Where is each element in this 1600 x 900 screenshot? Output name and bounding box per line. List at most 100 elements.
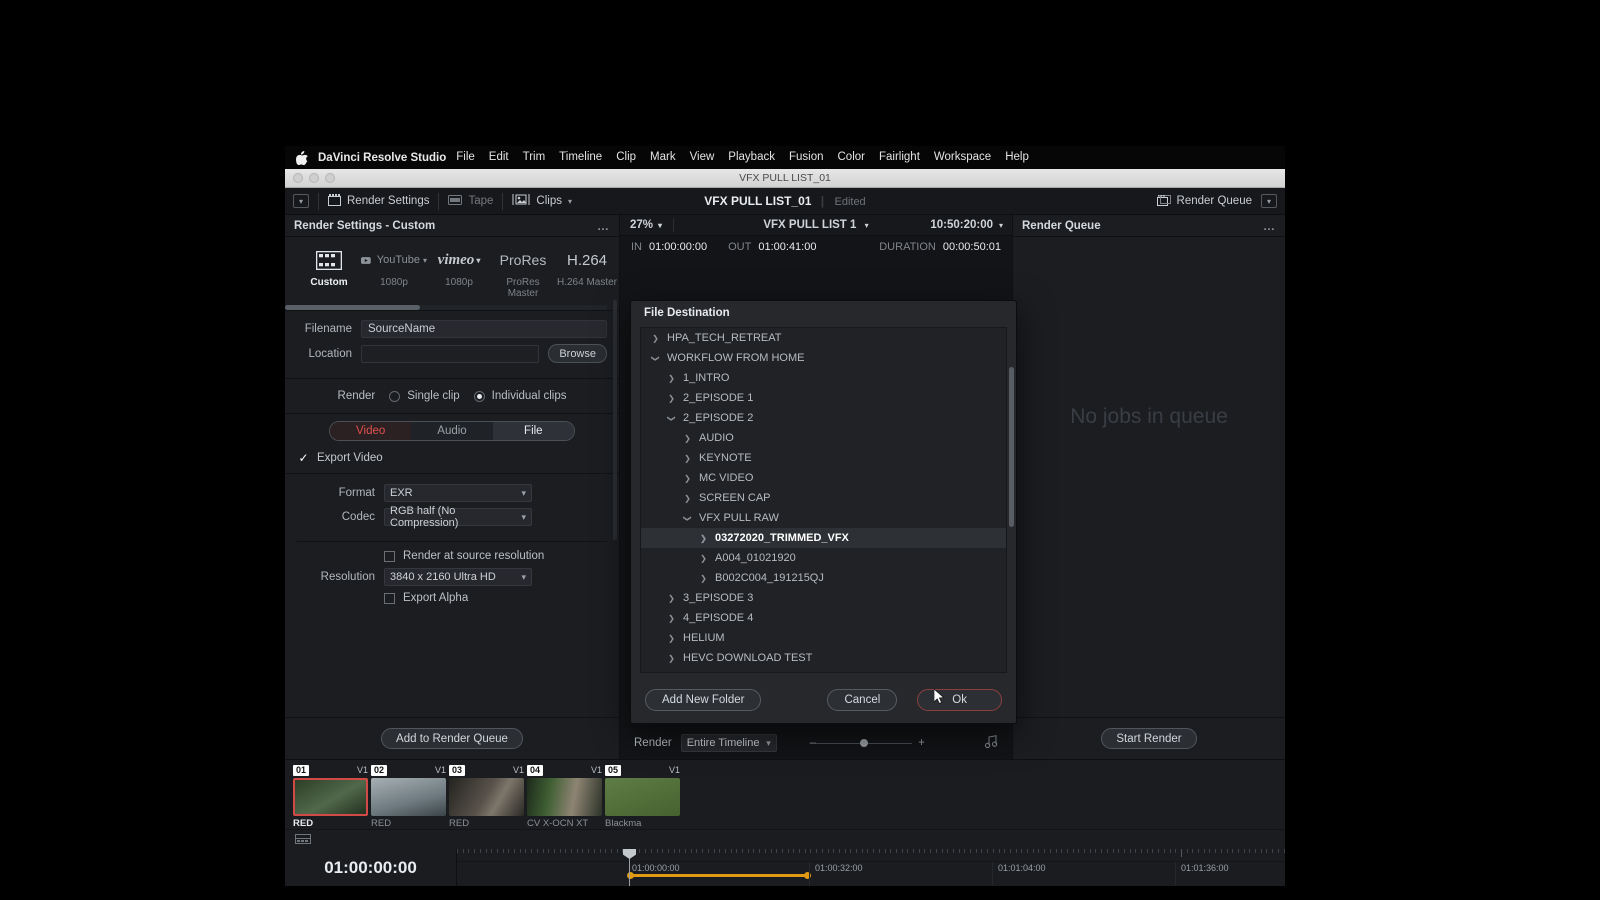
folder-tree-row[interactable]: ❯ 03272020_TRIMMED_VFX xyxy=(641,528,1006,548)
chevron-down-icon[interactable]: ❯ xyxy=(683,512,692,525)
chevron-right-icon[interactable]: ❯ xyxy=(697,574,710,583)
folder-tree-row[interactable]: ❯ VFX PULL RAW xyxy=(641,508,1006,528)
clip-thumbnail[interactable] xyxy=(449,778,524,816)
folder-tree-row[interactable]: ❯ A004_01021920 xyxy=(641,548,1006,568)
panel-options-icon[interactable]: … xyxy=(597,219,610,233)
render-at-source-checkbox[interactable] xyxy=(384,550,395,562)
radio-individual-clips[interactable] xyxy=(473,390,485,402)
location-input[interactable] xyxy=(361,344,540,363)
clip-cell[interactable]: 03 V1 RED xyxy=(449,764,524,829)
menu-playback[interactable]: Playback xyxy=(721,146,782,169)
timeline-view-options-icon[interactable] xyxy=(295,831,311,849)
chevron-down-icon[interactable]: ❯ xyxy=(667,412,676,425)
chevron-right-icon[interactable]: ❯ xyxy=(665,634,678,643)
chevron-right-icon[interactable]: ❯ xyxy=(665,654,678,663)
preset-youtube-1080p[interactable]: YouTube ▾ 1080p xyxy=(361,246,427,299)
folder-tree-row[interactable]: ❯ MC VIDEO xyxy=(641,468,1006,488)
chevron-right-icon[interactable]: ❯ xyxy=(681,494,694,503)
export-alpha-checkbox[interactable] xyxy=(384,592,395,604)
menu-file[interactable]: File xyxy=(449,146,482,169)
export-video-checkbox[interactable]: ✓ xyxy=(298,452,309,464)
menu-color[interactable]: Color xyxy=(831,146,872,169)
single-clip-label[interactable]: Single clip xyxy=(407,390,459,402)
chevron-right-icon[interactable]: ❯ xyxy=(665,594,678,603)
slider-knob[interactable] xyxy=(860,739,869,747)
folder-tree-row[interactable]: ❯ 1_INTRO xyxy=(641,368,1006,388)
in-value[interactable]: 01:00:00:00 xyxy=(649,241,707,253)
folder-tree-row[interactable]: ❯ HELIUM xyxy=(641,628,1006,648)
radio-single-clip[interactable] xyxy=(389,390,401,402)
preset-h264-master[interactable]: H.264 H.264 Master xyxy=(555,246,619,299)
clip-thumbnail[interactable] xyxy=(293,778,368,816)
panel-options-icon[interactable]: … xyxy=(1263,219,1276,233)
folder-tree[interactable]: ❯ HPA_TECH_RETREAT ❯ WORKFLOW FROM HOME ❯ 1_I… xyxy=(640,327,1007,673)
chevron-right-icon[interactable]: ❯ xyxy=(681,434,694,443)
tape-button[interactable]: Tape xyxy=(448,194,493,208)
folder-tree-row[interactable]: ❯ 2_EPISODE 2 xyxy=(641,408,1006,428)
filename-input[interactable]: SourceName xyxy=(361,320,607,338)
chevron-right-icon[interactable]: ❯ xyxy=(665,394,678,403)
out-value[interactable]: 01:00:41:00 xyxy=(758,241,816,253)
chevron-right-icon[interactable]: ❯ xyxy=(697,554,710,563)
render-settings-scrollbar[interactable] xyxy=(613,300,617,540)
folder-tree-row[interactable]: ❯ WORKFLOW FROM HOME xyxy=(641,348,1006,368)
chevron-right-icon[interactable]: ❯ xyxy=(649,334,662,343)
menu-clip[interactable]: Clip xyxy=(609,146,643,169)
folder-tree-row[interactable]: ❯ 3_EPISODE 3 xyxy=(641,588,1006,608)
export-alpha-row[interactable]: Export Alpha xyxy=(297,592,607,604)
clip-cell[interactable]: 04 V1 CV X-OCN XT xyxy=(527,764,602,829)
render-queue-button[interactable]: Render Queue xyxy=(1156,194,1252,209)
individual-clips-label[interactable]: Individual clips xyxy=(492,390,567,402)
folder-tree-row[interactable]: ❯ 4_EPISODE 4 xyxy=(641,608,1006,628)
chevron-down-icon[interactable]: ▾ xyxy=(568,197,572,206)
menu-trim[interactable]: Trim xyxy=(516,146,553,169)
viewer-zoom-slider[interactable]: – + xyxy=(810,737,925,749)
start-render-button[interactable]: Start Render xyxy=(1101,728,1197,749)
zoom-in-icon[interactable]: + xyxy=(918,737,925,749)
folder-tree-row[interactable]: ❯ HEVC DOWNLOAD TEST xyxy=(641,648,1006,668)
chevron-right-icon[interactable]: ❯ xyxy=(665,374,678,383)
menu-edit[interactable]: Edit xyxy=(482,146,516,169)
chevron-down-icon-right[interactable]: ▾ xyxy=(1261,194,1277,208)
chevron-right-icon[interactable]: ❯ xyxy=(681,474,694,483)
ok-button[interactable]: Ok xyxy=(917,689,1002,711)
menu-mark[interactable]: Mark xyxy=(643,146,683,169)
folder-tree-row[interactable]: ❯ 2_EPISODE 1 xyxy=(641,388,1006,408)
export-video-row[interactable]: ✓ Export Video xyxy=(285,441,619,473)
render-range-select[interactable]: Entire Timeline ▾ xyxy=(680,734,777,752)
codec-select[interactable]: RGB half (No Compression) ▾ xyxy=(384,505,532,529)
menu-fairlight[interactable]: Fairlight xyxy=(872,146,927,169)
timeline-tracks-area[interactable]: 01:00:00:00 01:00:32:00 01:01:04:00 01:01:3… xyxy=(457,849,1285,886)
chevron-right-icon[interactable]: ❯ xyxy=(697,534,710,543)
clip-cell[interactable]: 05 V1 Blackma xyxy=(605,764,680,829)
chevron-right-icon[interactable]: ❯ xyxy=(665,614,678,623)
viewer-clock-group[interactable]: 10:50:20:00 ▾ xyxy=(930,219,1012,231)
timeline-ruler[interactable] xyxy=(457,849,1285,862)
menu-help[interactable]: Help xyxy=(998,146,1036,169)
preset-vimeo-1080p[interactable]: vimeo ▾ 1080p xyxy=(427,246,491,299)
clip-thumbnail[interactable] xyxy=(605,778,680,816)
clip-thumbnail[interactable] xyxy=(527,778,602,816)
chevron-right-icon[interactable]: ❯ xyxy=(681,454,694,463)
chevron-down-icon[interactable]: ❯ xyxy=(651,352,660,365)
folder-tree-row[interactable]: ❯ KEYNOTE xyxy=(641,448,1006,468)
add-to-render-queue-button[interactable]: Add to Render Queue xyxy=(381,728,523,749)
menu-app-name[interactable]: DaVinci Resolve Studio xyxy=(318,152,446,164)
viewer-zoom-control[interactable]: 27% ▾ xyxy=(620,219,662,231)
browse-button[interactable]: Browse xyxy=(548,344,607,363)
folder-tree-row[interactable]: ❯ HPA_TECH_RETREAT xyxy=(641,328,1006,348)
preset-custom[interactable]: Custom xyxy=(297,246,361,299)
menu-view[interactable]: View xyxy=(683,146,722,169)
preset-scrollbar[interactable] xyxy=(285,305,607,310)
menu-workspace[interactable]: Workspace xyxy=(927,146,998,169)
chevron-down-icon-left[interactable]: ▾ xyxy=(293,194,309,208)
clip-cell[interactable]: 02 V1 RED xyxy=(371,764,446,829)
clips-button[interactable]: Clips ▾ xyxy=(512,194,572,208)
tab-video[interactable]: Video xyxy=(330,422,412,440)
format-select[interactable]: EXR ▾ xyxy=(384,484,532,502)
resolution-select[interactable]: 3840 x 2160 Ultra HD ▾ xyxy=(384,568,532,586)
add-new-folder-button[interactable]: Add New Folder xyxy=(645,689,762,711)
menu-fusion[interactable]: Fusion xyxy=(782,146,831,169)
in-out-range-bar[interactable] xyxy=(629,874,809,877)
cancel-button[interactable]: Cancel xyxy=(827,689,898,711)
